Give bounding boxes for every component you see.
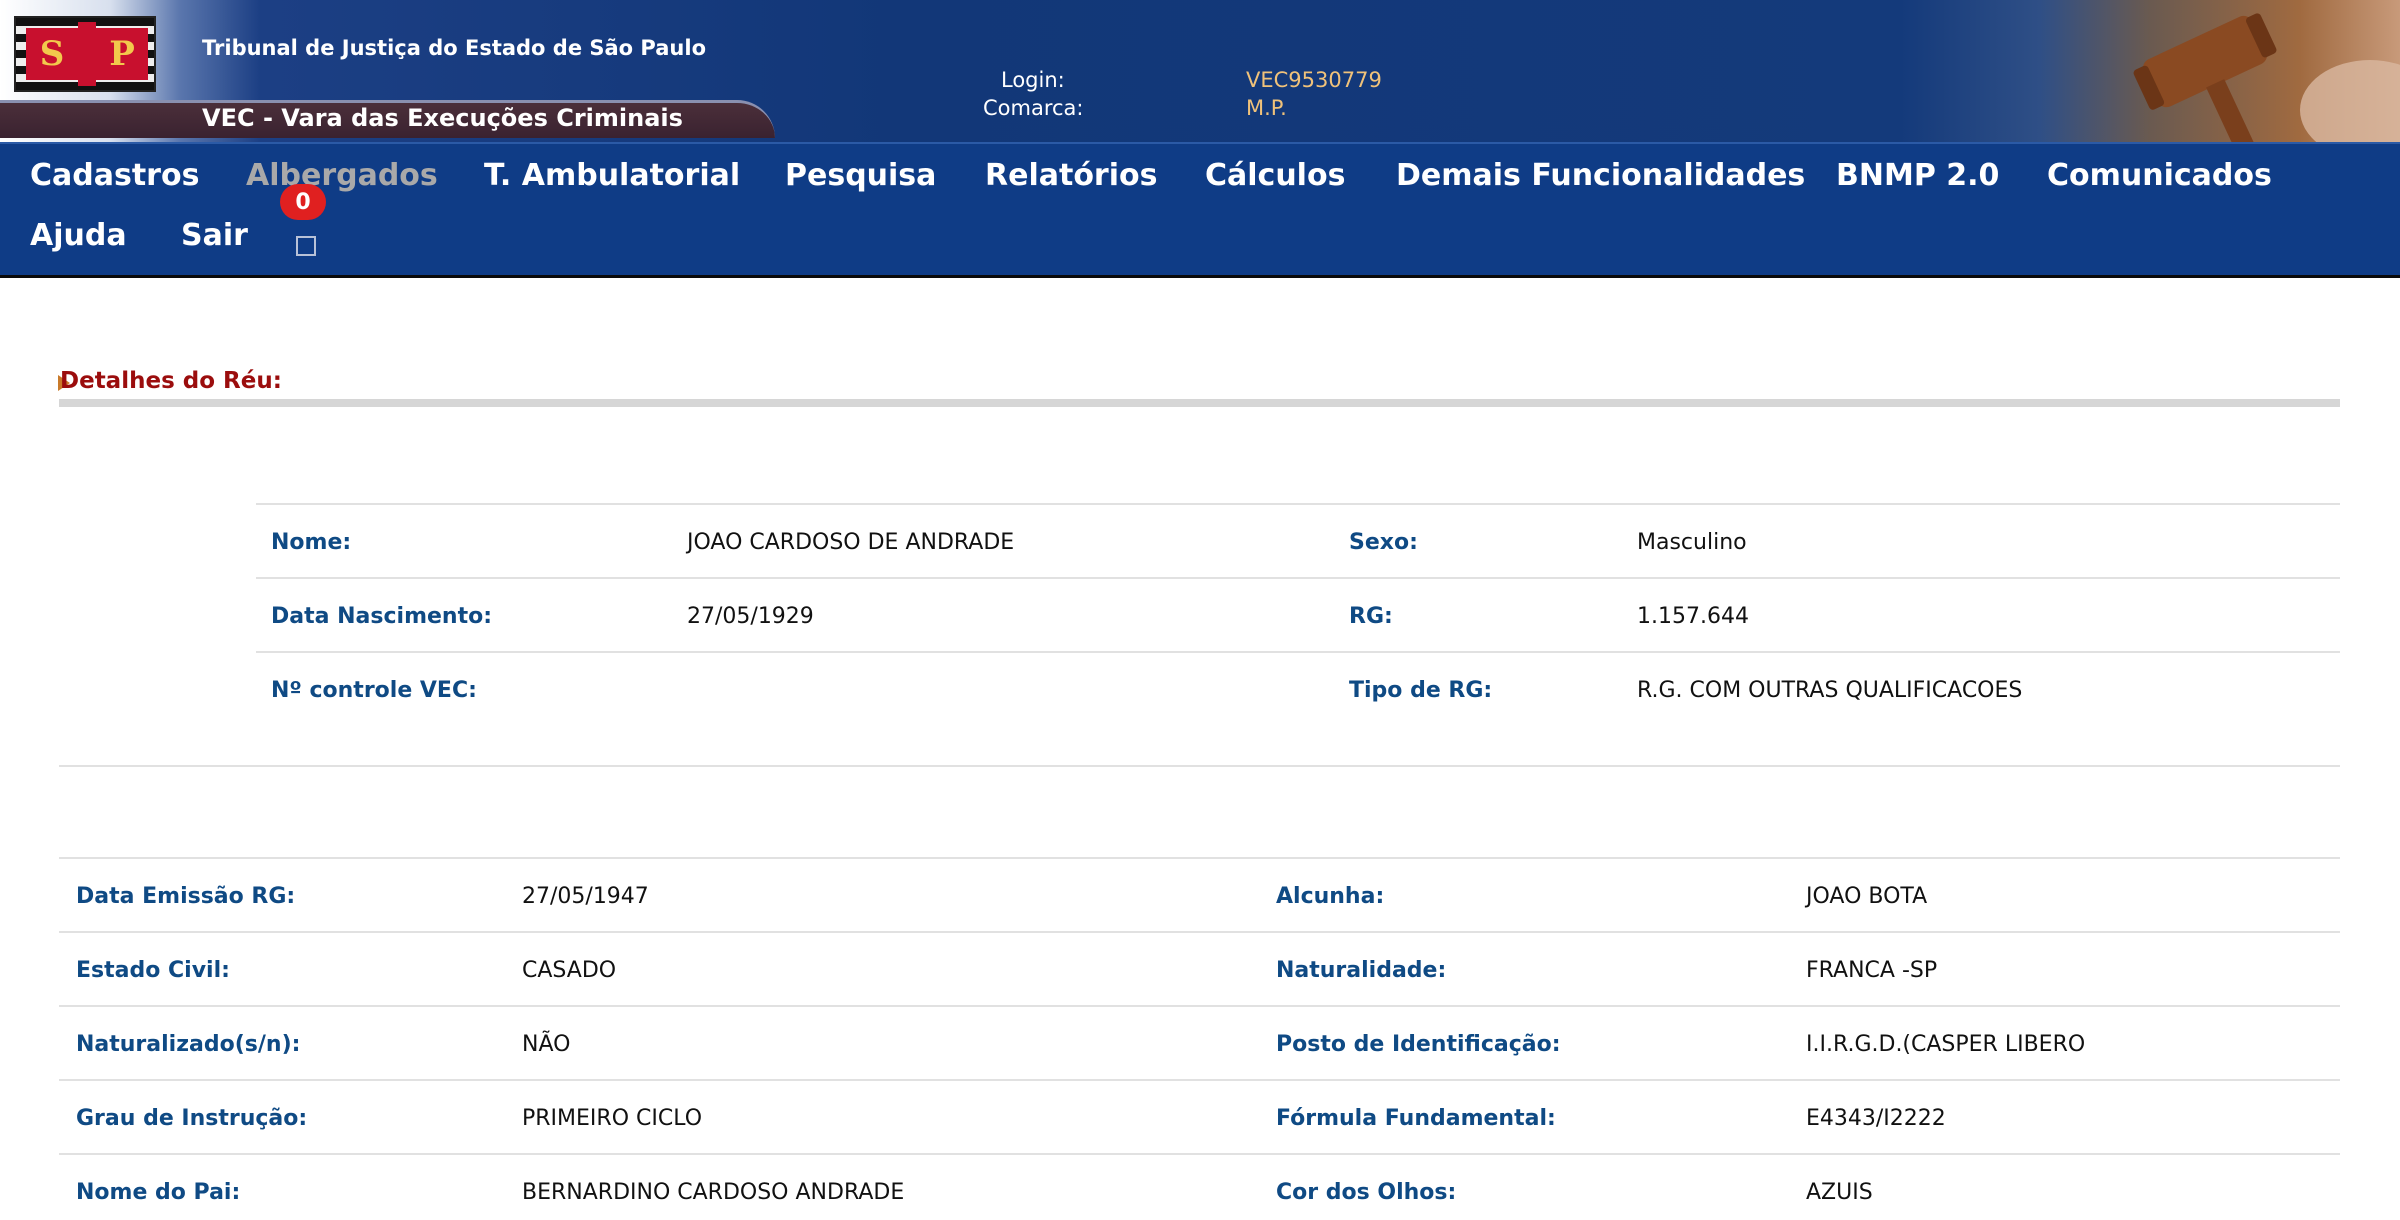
row-divider: [59, 857, 2340, 859]
row-divider: [256, 503, 2340, 505]
section-divider: [59, 399, 2340, 407]
value-naturalidade: FRANCA -SP: [1806, 958, 1938, 983]
row-divider: [256, 651, 2340, 653]
label-rg: RG:: [1349, 604, 1393, 629]
page-header: S P Tribunal de Justiça do Estado de São…: [0, 0, 2400, 142]
label-formula-fundamental: Fórmula Fundamental:: [1276, 1106, 1556, 1131]
value-sexo: Masculino: [1637, 530, 1747, 555]
nav-pesquisa[interactable]: Pesquisa: [785, 158, 936, 193]
value-formula-fundamental: E4343/I2222: [1806, 1106, 1946, 1131]
label-nome-pai: Nome do Pai:: [76, 1180, 241, 1205]
login-label: Login:: [1001, 68, 1065, 92]
nav-t-ambulatorial[interactable]: T. Ambulatorial: [484, 158, 740, 193]
label-data-emissao-rg: Data Emissão RG:: [76, 884, 296, 909]
row-divider: [59, 1079, 2340, 1081]
label-alcunha: Alcunha:: [1276, 884, 1385, 909]
value-tipo-rg: R.G. COM OUTRAS QUALIFICACOES: [1637, 678, 2023, 703]
label-sexo: Sexo:: [1349, 530, 1418, 555]
label-posto-identificacao: Posto de Identificação:: [1276, 1032, 1561, 1057]
sp-logo: S P: [14, 16, 156, 92]
value-cor-olhos: AZUIS: [1806, 1180, 1873, 1205]
value-alcunha: JOAO BOTA: [1806, 884, 1928, 909]
nav-albergados[interactable]: Albergados: [246, 158, 438, 193]
value-posto-identificacao: I.I.R.G.D.(CASPER LIBERO: [1806, 1032, 2086, 1057]
court-title: Tribunal de Justiça do Estado de São Pau…: [202, 36, 706, 60]
nav-comunicados[interactable]: Comunicados: [2047, 158, 2272, 193]
nav-relatorios[interactable]: Relatórios: [985, 158, 1157, 193]
label-grau-instrucao: Grau de Instrução:: [76, 1106, 308, 1131]
value-rg: 1.157.644: [1637, 604, 1749, 629]
nav-bnmp[interactable]: BNMP 2.0: [1836, 158, 1999, 193]
value-naturalizado: NÃO: [522, 1032, 571, 1057]
value-nome: JOAO CARDOSO DE ANDRADE: [687, 530, 1015, 555]
value-grau-instrucao: PRIMEIRO CICLO: [522, 1106, 703, 1131]
logo-center-stripe: [78, 22, 96, 86]
nav-demais-funcionalidades[interactable]: Demais Funcionalidades: [1396, 158, 1805, 193]
login-value: VEC9530779: [1246, 68, 1382, 92]
notification-badge[interactable]: 0: [280, 184, 326, 220]
comarca-value: M.P.: [1246, 96, 1287, 120]
table-bottom-border: [59, 765, 2340, 767]
logo-letter-s: S: [26, 28, 78, 80]
gavel-icon: [2133, 13, 2400, 142]
main-nav: Cadastros Albergados T. Ambulatorial Pes…: [0, 142, 2400, 278]
nav-sair[interactable]: Sair: [181, 218, 248, 253]
label-naturalidade: Naturalidade:: [1276, 958, 1447, 983]
label-tipo-rg: Tipo de RG:: [1349, 678, 1493, 703]
value-data-emissao-rg: 27/05/1947: [522, 884, 649, 909]
row-divider: [256, 577, 2340, 579]
checkbox-icon[interactable]: [296, 236, 316, 256]
label-controle-vec: Nº controle VEC:: [271, 678, 477, 703]
row-divider: [59, 1005, 2340, 1007]
comarca-label: Comarca:: [983, 96, 1084, 120]
label-data-nascimento: Data Nascimento:: [271, 604, 492, 629]
vec-title: VEC - Vara das Execuções Criminais: [202, 104, 683, 132]
label-naturalizado: Naturalizado(s/n):: [76, 1032, 301, 1057]
label-estado-civil: Estado Civil:: [76, 958, 230, 983]
nav-ajuda[interactable]: Ajuda: [30, 218, 127, 253]
label-cor-olhos: Cor dos Olhos:: [1276, 1180, 1457, 1205]
row-divider: [59, 1153, 2340, 1155]
label-nome: Nome:: [271, 530, 352, 555]
nav-cadastros[interactable]: Cadastros: [30, 158, 199, 193]
nav-calculos[interactable]: Cálculos: [1205, 158, 1345, 193]
value-data-nascimento: 27/05/1929: [687, 604, 814, 629]
row-divider: [59, 931, 2340, 933]
value-estado-civil: CASADO: [522, 958, 617, 983]
logo-letter-p: P: [96, 28, 148, 80]
section-title: Detalhes do Réu:: [60, 368, 282, 394]
value-nome-pai: BERNARDINO CARDOSO ANDRADE: [522, 1180, 905, 1205]
